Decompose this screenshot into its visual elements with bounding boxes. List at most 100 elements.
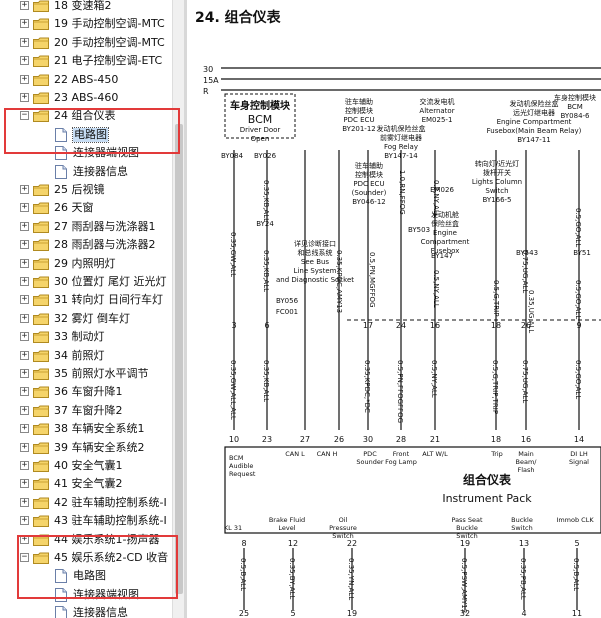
- bookmark-label[interactable]: 30 位置灯 尾灯 近光灯: [54, 275, 167, 289]
- document-page: 24. 组合仪表 30 15A R 车身控制模块 BCM Driver Door Open 驻车…: [187, 0, 601, 618]
- bookmark-label[interactable]: 32 雾灯 倒车灯: [54, 312, 130, 326]
- bookmark-folder[interactable]: +19 手动控制空调-MTC: [0, 15, 172, 33]
- rail-label: 30: [203, 65, 213, 74]
- bookmark-label[interactable]: 27 雨刮器与洗涤器1: [54, 220, 156, 234]
- expand-toggle-icon[interactable]: +: [20, 1, 29, 10]
- bookmark-folder[interactable]: +41 安全气囊2: [0, 475, 172, 493]
- bookmark-label[interactable]: 39 车辆安全系统2: [54, 441, 145, 455]
- expand-toggle-icon[interactable]: +: [20, 74, 29, 84]
- expand-toggle-icon[interactable]: +: [20, 497, 29, 507]
- component-label: 发动机保险丝盒: [377, 124, 426, 133]
- folder-icon: [33, 92, 49, 104]
- bookmark-label[interactable]: 连接器信息: [73, 606, 128, 618]
- expand-toggle-icon[interactable]: +: [20, 461, 29, 470]
- folder-icon: [33, 0, 49, 12]
- bookmark-label[interactable]: 33 制动灯: [54, 330, 105, 344]
- expand-toggle-icon[interactable]: +: [20, 479, 29, 489]
- expand-toggle-icon[interactable]: +: [20, 221, 29, 231]
- expand-toggle-icon[interactable]: +: [20, 37, 29, 47]
- bookmark-folder[interactable]: +35 前照灯水平调节: [0, 365, 172, 383]
- bookmark-folder[interactable]: +23 ABS-460: [0, 89, 172, 107]
- component-label: BY147-11: [517, 136, 551, 144]
- bookmark-folder[interactable]: +30 位置灯 尾灯 近光灯: [0, 273, 172, 291]
- bookmark-folder[interactable]: +32 雾灯 倒车灯: [0, 310, 172, 328]
- bookmark-folder[interactable]: +25 后视镜: [0, 181, 172, 199]
- expand-toggle-icon[interactable]: +: [20, 442, 29, 452]
- component-label: BY084-6: [560, 112, 590, 120]
- component-label: Alternator: [419, 107, 454, 115]
- bookmark-label[interactable]: 21 电子控制空调-ETC: [54, 54, 162, 68]
- expand-toggle-icon[interactable]: +: [20, 332, 29, 342]
- bookmark-folder[interactable]: +22 ABS-450: [0, 71, 172, 89]
- bookmark-label[interactable]: 28 雨刮器与洗涤器2: [54, 238, 156, 252]
- bookmark-folder[interactable]: +37 车窗升降2: [0, 402, 172, 420]
- bookmark-folder[interactable]: +26 天窗: [0, 199, 172, 217]
- expand-toggle-icon[interactable]: +: [20, 203, 29, 213]
- bookmark-label[interactable]: 37 车窗升降2: [54, 404, 123, 418]
- bookmark-label[interactable]: 35 前照灯水平调节: [54, 367, 149, 381]
- bookmark-label[interactable]: 31 转向灯 日间行车灯: [54, 293, 163, 307]
- bookmark-folder[interactable]: +39 车辆安全系统2: [0, 439, 172, 457]
- bookmark-folder[interactable]: +42 驻车辅助控制系统-I: [0, 494, 172, 512]
- wire-code-label: 0.5,GO,ALL: [574, 360, 582, 399]
- bookmark-folder[interactable]: +29 内照明灯: [0, 255, 172, 273]
- folder-icon: [33, 74, 49, 86]
- expand-toggle-icon[interactable]: +: [20, 240, 29, 250]
- bookmark-folder[interactable]: +33 制动灯: [0, 328, 172, 346]
- expand-toggle-icon[interactable]: +: [20, 93, 29, 102]
- bookmark-folder[interactable]: +18 变速箱2: [0, 0, 172, 15]
- folder-icon: [33, 184, 49, 196]
- bookmark-folder[interactable]: +34 前照灯: [0, 347, 172, 365]
- bookmark-page[interactable]: 连接器信息: [0, 163, 172, 181]
- wire-code-label: 0.35,KPDC,*DC: [363, 360, 371, 413]
- expand-toggle-icon[interactable]: +: [20, 295, 29, 305]
- expand-toggle-icon[interactable]: +: [20, 369, 29, 378]
- cluster-signal-label: BCM Audible Request: [229, 454, 256, 478]
- expand-toggle-icon[interactable]: +: [20, 350, 29, 360]
- bookmark-label[interactable]: 40 安全气囊1: [54, 459, 123, 473]
- bookmark-folder[interactable]: +38 车辆安全系统1: [0, 420, 172, 438]
- bookmark-label[interactable]: 36 车窗升降1: [54, 385, 123, 399]
- bookmark-label[interactable]: 19 手动控制空调-MTC: [54, 17, 165, 31]
- wire-code-label: 0.5,PN,MGFFOG: [368, 252, 376, 308]
- bookmark-label[interactable]: 25 后视镜: [54, 183, 105, 197]
- page-icon: [55, 606, 67, 618]
- expand-toggle-icon[interactable]: +: [20, 277, 29, 286]
- bookmark-folder[interactable]: +40 安全气囊1: [0, 457, 172, 475]
- expand-toggle-icon[interactable]: +: [20, 185, 29, 194]
- bookmark-page[interactable]: 连接器信息: [0, 604, 172, 618]
- bookmark-label[interactable]: 26 天窗: [54, 201, 94, 215]
- bookmark-folder[interactable]: +43 驻车辅助控制系统-I: [0, 512, 172, 530]
- rail-label: R: [203, 87, 209, 96]
- bookmark-label[interactable]: 43 驻车辅助控制系统-I: [54, 514, 167, 528]
- bookmark-label[interactable]: 22 ABS-450: [54, 73, 118, 87]
- pin-number: 5: [574, 539, 579, 548]
- expand-toggle-icon[interactable]: +: [20, 405, 29, 415]
- bookmark-label[interactable]: 连接器信息: [73, 165, 128, 179]
- bookmark-folder[interactable]: +27 雨刮器与洗涤器1: [0, 218, 172, 236]
- expand-toggle-icon[interactable]: +: [20, 387, 29, 397]
- bookmark-label[interactable]: 20 手动控制空调-MTC: [54, 36, 165, 50]
- pin-number: 3: [231, 321, 236, 330]
- bookmark-label[interactable]: 18 变速箱2: [54, 0, 112, 13]
- bookmark-label[interactable]: 42 驻车辅助控制系统-I: [54, 496, 167, 510]
- folder-icon: [33, 497, 49, 509]
- bookmark-folder[interactable]: +20 手动控制空调-MTC: [0, 34, 172, 52]
- expand-toggle-icon[interactable]: +: [20, 258, 29, 268]
- expand-toggle-icon[interactable]: +: [20, 516, 29, 526]
- bookmark-folder[interactable]: +28 雨刮器与洗涤器2: [0, 236, 172, 254]
- scrollbar-thumb[interactable]: [175, 124, 183, 594]
- expand-toggle-icon[interactable]: +: [20, 313, 29, 323]
- bookmark-label[interactable]: 41 安全气囊2: [54, 477, 123, 491]
- bookmark-label[interactable]: 38 车辆安全系统1: [54, 422, 145, 436]
- folder-icon: [33, 423, 49, 436]
- expand-toggle-icon[interactable]: +: [20, 19, 29, 29]
- bookmark-label[interactable]: 23 ABS-460: [54, 91, 118, 105]
- expand-toggle-icon[interactable]: +: [20, 56, 29, 66]
- expand-toggle-icon[interactable]: +: [20, 424, 29, 434]
- bookmark-folder[interactable]: +31 转向灯 日间行车灯: [0, 291, 172, 309]
- bookmark-label[interactable]: 29 内照明灯: [54, 257, 116, 271]
- bookmark-label[interactable]: 34 前照灯: [54, 349, 105, 363]
- bookmark-folder[interactable]: +21 电子控制空调-ETC: [0, 52, 172, 70]
- bookmark-folder[interactable]: +36 车窗升降1: [0, 383, 172, 401]
